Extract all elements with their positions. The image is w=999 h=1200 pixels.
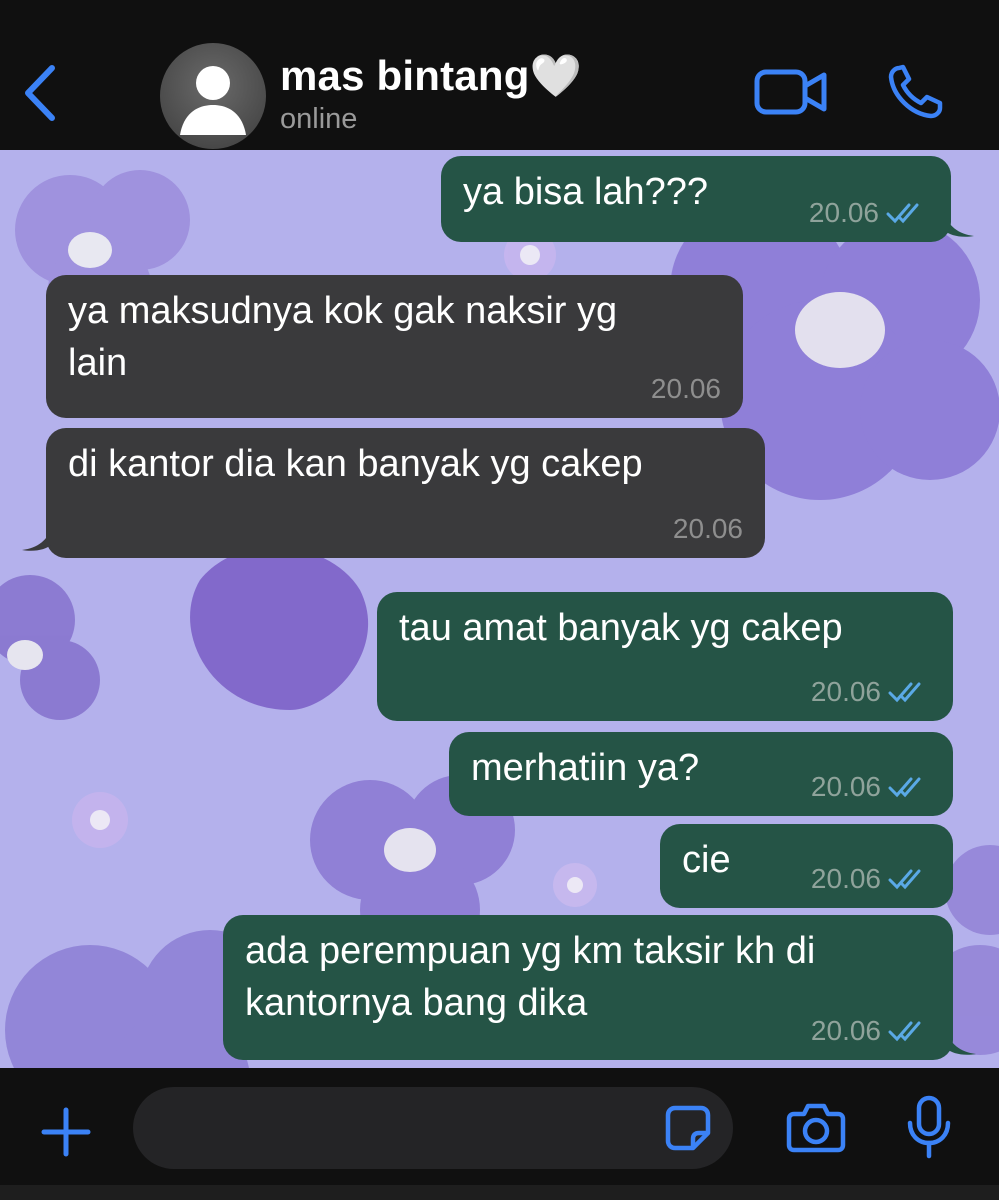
camera-button[interactable]	[786, 1100, 846, 1154]
read-ticks-icon	[888, 1021, 921, 1042]
contact-avatar[interactable]	[160, 43, 266, 149]
message-text: tau amat banyak yg cakep	[399, 607, 843, 649]
bubble-tail	[946, 1030, 976, 1055]
message-time: 20.06	[808, 197, 879, 228]
message-bubble-outgoing[interactable]: cie 20.06	[660, 824, 953, 908]
message-text: di kantor dia kan banyak yg cakep	[68, 443, 643, 485]
message-time: 20.06	[810, 676, 881, 707]
video-camera-icon	[754, 69, 827, 115]
message-time: 20.06	[672, 513, 743, 544]
message-text: ada perempuan yg km taksir kh di kantorn…	[245, 930, 816, 1024]
message-bubble-incoming[interactable]: di kantor dia kan banyak yg cakep 20.06	[46, 428, 765, 558]
bubble-tail	[944, 212, 974, 237]
message-time: 20.06	[810, 1015, 881, 1046]
voice-call-button[interactable]	[885, 62, 947, 122]
message-bubble-outgoing[interactable]: ada perempuan yg km taksir kh di kantorn…	[223, 915, 953, 1060]
message-meta: 20.06	[811, 772, 931, 802]
message-time: 20.06	[810, 863, 881, 894]
message-bubble-outgoing[interactable]: tau amat banyak yg cakep 20.06	[377, 592, 953, 721]
chevron-left-icon	[25, 65, 55, 121]
message-bubble-outgoing[interactable]: ya bisa lah??? 20.06	[441, 156, 951, 242]
message-meta: 20.06	[651, 374, 721, 404]
attach-button[interactable]	[40, 1106, 92, 1158]
phone-icon	[888, 64, 943, 119]
chat-area[interactable]: ya bisa lah??? 20.06 ya maksudnya kok ga…	[0, 150, 999, 1068]
message-time: 20.06	[810, 771, 881, 802]
microphone-icon	[907, 1095, 951, 1159]
video-call-button[interactable]	[752, 64, 832, 120]
message-meta: 20.06	[811, 864, 931, 894]
microphone-button[interactable]	[904, 1095, 954, 1159]
message-text: ya maksudnya kok gak naksir yg lain	[68, 290, 618, 384]
plus-icon	[41, 1107, 91, 1157]
message-bubble-outgoing[interactable]: merhatiin ya? 20.06	[449, 732, 953, 816]
message-time: 20.06	[650, 373, 721, 404]
contact-status: online	[280, 103, 358, 135]
home-indicator-area	[0, 1185, 999, 1200]
contact-name[interactable]: mas bintang🤍	[280, 52, 582, 101]
message-input[interactable]	[133, 1087, 733, 1169]
read-ticks-icon	[888, 777, 921, 798]
default-avatar-icon	[180, 66, 246, 135]
sticker-button[interactable]	[663, 1103, 713, 1153]
camera-icon	[786, 1103, 846, 1153]
bubble-tail	[22, 526, 52, 551]
back-button[interactable]	[18, 58, 64, 128]
message-meta: 20.06	[673, 514, 743, 544]
sticker-icon	[665, 1105, 711, 1151]
read-ticks-icon	[886, 203, 919, 224]
message-meta: 20.06	[811, 677, 931, 707]
read-ticks-icon	[888, 682, 921, 703]
message-meta: 20.06	[811, 1016, 931, 1046]
message-bubble-incoming[interactable]: ya maksudnya kok gak naksir yg lain 20.0…	[46, 275, 743, 418]
read-ticks-icon	[888, 869, 921, 890]
message-meta: 20.06	[809, 198, 929, 228]
